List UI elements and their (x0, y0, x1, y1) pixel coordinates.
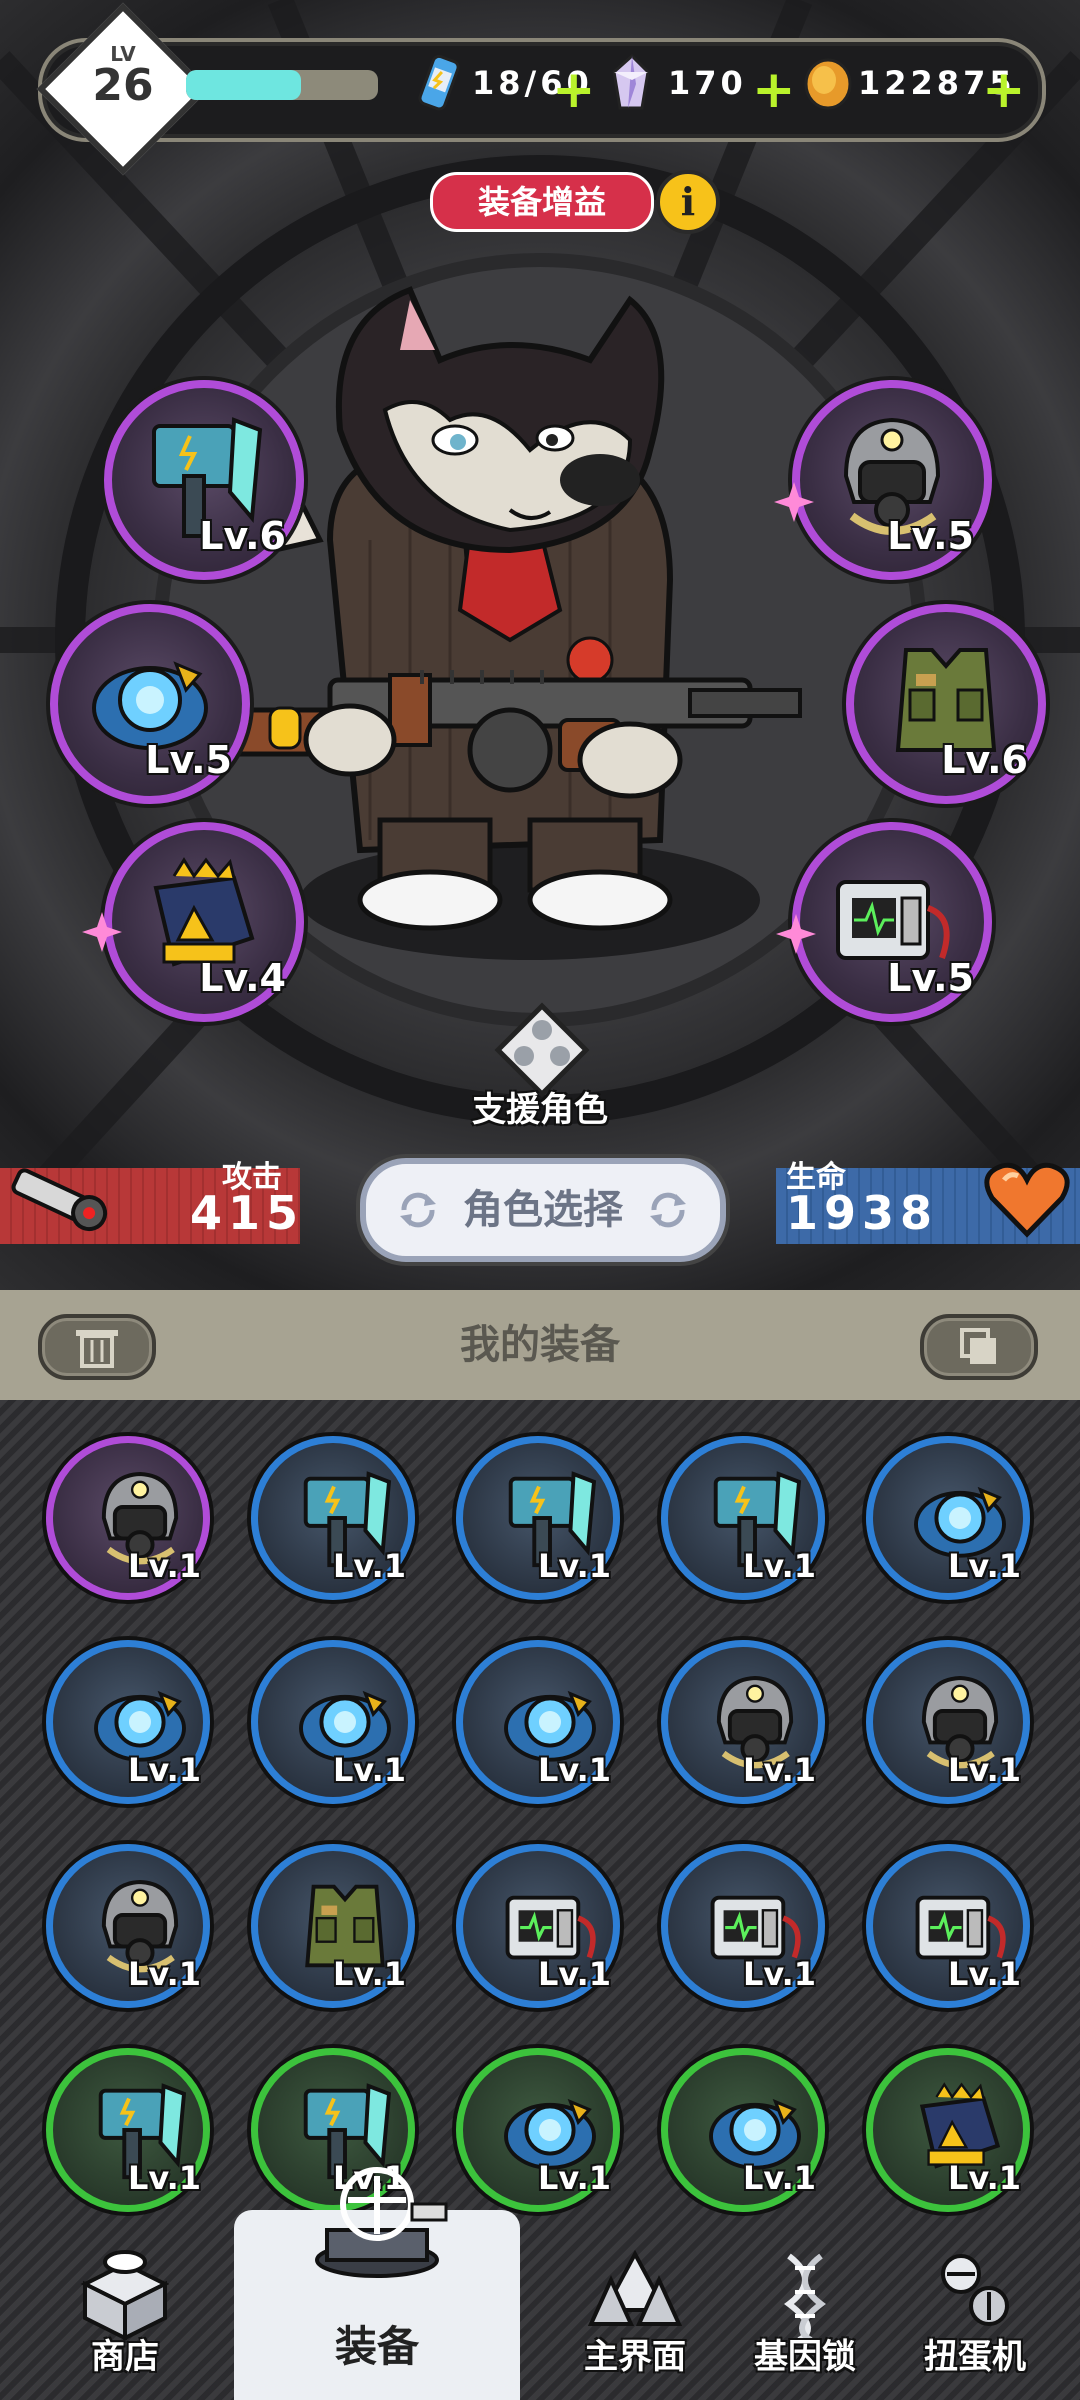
equip-slot-left-1[interactable]: Lv.6 (104, 380, 304, 580)
inventory-item[interactable]: Lv.1 (866, 1640, 1030, 1804)
coin-icon (804, 58, 852, 110)
my-equipment-title: 我的装备 (460, 1322, 620, 1368)
support-character-label[interactable]: 支援角色 (440, 1082, 640, 1131)
item-level: Lv.1 (537, 1955, 611, 1993)
level-display: LV 26 (62, 28, 184, 150)
item-level: Lv.1 (947, 2159, 1021, 2197)
info-icon[interactable]: i (656, 170, 720, 234)
equipment-station-icon (315, 2167, 448, 2278)
recycle-button[interactable] (38, 1314, 156, 1380)
item-level: Lv.1 (537, 1547, 611, 1585)
add-energy-button[interactable]: + (552, 64, 596, 116)
sparkle-icon (776, 914, 816, 954)
level-value: 26 (92, 60, 154, 111)
xp-fill (186, 70, 302, 100)
equip-slot-left-2[interactable]: Lv.5 (50, 604, 250, 804)
equip-slot-right-1[interactable]: Lv.5 (792, 380, 992, 580)
character-select-button[interactable]: 角色选择 (360, 1158, 726, 1262)
item-level: Lv.1 (947, 1751, 1021, 1789)
item-level: Lv.1 (537, 1751, 611, 1789)
sparkle-icon (82, 912, 122, 952)
attack-weapon-icon (11, 1168, 108, 1232)
nav-shop-label: 商店 (91, 2337, 159, 2377)
my-equipment-header: 我的装备 (0, 1290, 1080, 1400)
item-level: Lv.1 (332, 1751, 406, 1789)
item-level: Lv.1 (947, 1955, 1021, 1993)
slot-level: Lv.5 (887, 956, 974, 1000)
inventory-item[interactable]: Lv.1 (456, 1640, 620, 1804)
add-gem-button[interactable]: + (752, 64, 796, 116)
slot-level: Lv.6 (941, 738, 1028, 782)
item-level: Lv.1 (537, 2159, 611, 2197)
item-level: Lv.1 (127, 1955, 201, 1993)
slot-level: Lv.4 (199, 956, 286, 1000)
slot-level: Lv.5 (887, 514, 974, 558)
item-level: Lv.1 (947, 1547, 1021, 1585)
dna-icon (784, 2253, 826, 2340)
item-level: Lv.1 (332, 1547, 406, 1585)
swap-right-icon (650, 1192, 686, 1228)
item-level: Lv.1 (742, 1751, 816, 1789)
nav-shop[interactable]: 商店 (50, 2250, 200, 2400)
nav-gene-lock-label: 基因锁 (754, 2337, 856, 2377)
inventory-item[interactable]: Lv.1 (46, 1844, 210, 2008)
item-level: Lv.1 (742, 1955, 816, 1993)
item-level: Lv.1 (742, 1547, 816, 1585)
main-trees-icon (587, 2250, 683, 2326)
xp-bar (186, 70, 378, 100)
equipment-bonus-banner[interactable]: 装备增益 (430, 172, 654, 232)
copy-icon (960, 1328, 996, 1364)
inventory-item[interactable]: Lv.1 (46, 1436, 210, 1600)
inventory-item[interactable]: Lv.1 (456, 1844, 620, 2008)
crystal-gem-icon (612, 54, 650, 110)
inventory-item[interactable]: Lv.1 (866, 2048, 1030, 2212)
inventory-item[interactable]: Lv.1 (456, 1436, 620, 1600)
item-level: Lv.1 (332, 1955, 406, 1993)
inventory-item[interactable]: Lv.1 (251, 1844, 415, 2008)
item-level: Lv.1 (742, 2159, 816, 2197)
inventory-item[interactable]: Lv.1 (251, 1436, 415, 1600)
energy-can-icon (418, 54, 460, 111)
nav-gacha-label: 扭蛋机 (924, 2337, 1026, 2377)
inventory-item[interactable]: Lv.1 (866, 1436, 1030, 1600)
nav-gacha[interactable]: 扭蛋机 (900, 2250, 1050, 2400)
hp-value: 1938 (786, 1186, 939, 1240)
nav-equipment-label: 装备 (334, 2322, 419, 2371)
inventory-item[interactable]: Lv.1 (46, 1640, 210, 1804)
item-level: Lv.1 (127, 2159, 201, 2197)
inventory-item[interactable]: Lv.1 (251, 1640, 415, 1804)
inventory-item[interactable]: Lv.1 (866, 1844, 1030, 2008)
heart-icon (984, 1162, 1070, 1238)
add-coin-button[interactable]: + (982, 64, 1026, 116)
gem-value: 170 (668, 64, 747, 102)
shop-box-icon (80, 2250, 170, 2340)
inventory-item[interactable]: Lv.1 (46, 2048, 210, 2212)
inventory-item[interactable]: Lv.1 (661, 1436, 825, 1600)
sparkle-icon (774, 482, 814, 522)
inventory-item[interactable]: Lv.1 (661, 1640, 825, 1804)
slot-level: Lv.5 (145, 738, 232, 782)
inventory-item[interactable]: Lv.1 (456, 2048, 620, 2212)
slot-level: Lv.6 (199, 514, 286, 558)
attack-value: 415 (190, 1186, 305, 1240)
item-level: Lv.1 (127, 1751, 201, 1789)
nav-equipment[interactable]: 装备 (234, 2167, 520, 2400)
nav-main[interactable]: 主界面 (560, 2250, 710, 2400)
equip-slot-right-3[interactable]: Lv.5 (792, 822, 992, 1022)
husky-gangster-character (210, 286, 802, 931)
multi-select-button[interactable] (920, 1314, 1038, 1380)
inventory-item[interactable]: Lv.1 (661, 1844, 825, 2008)
equip-slot-right-2[interactable]: Lv.6 (846, 604, 1046, 804)
nav-gene-lock[interactable]: 基因锁 (730, 2250, 880, 2400)
nav-main-label: 主界面 (584, 2337, 686, 2377)
gacha-capsule-icon (941, 2254, 1009, 2326)
trash-icon (76, 1330, 118, 1368)
item-level: Lv.1 (127, 1547, 201, 1585)
inventory-item[interactable]: Lv.1 (661, 2048, 825, 2212)
equip-slot-left-3[interactable]: Lv.4 (104, 822, 304, 1022)
